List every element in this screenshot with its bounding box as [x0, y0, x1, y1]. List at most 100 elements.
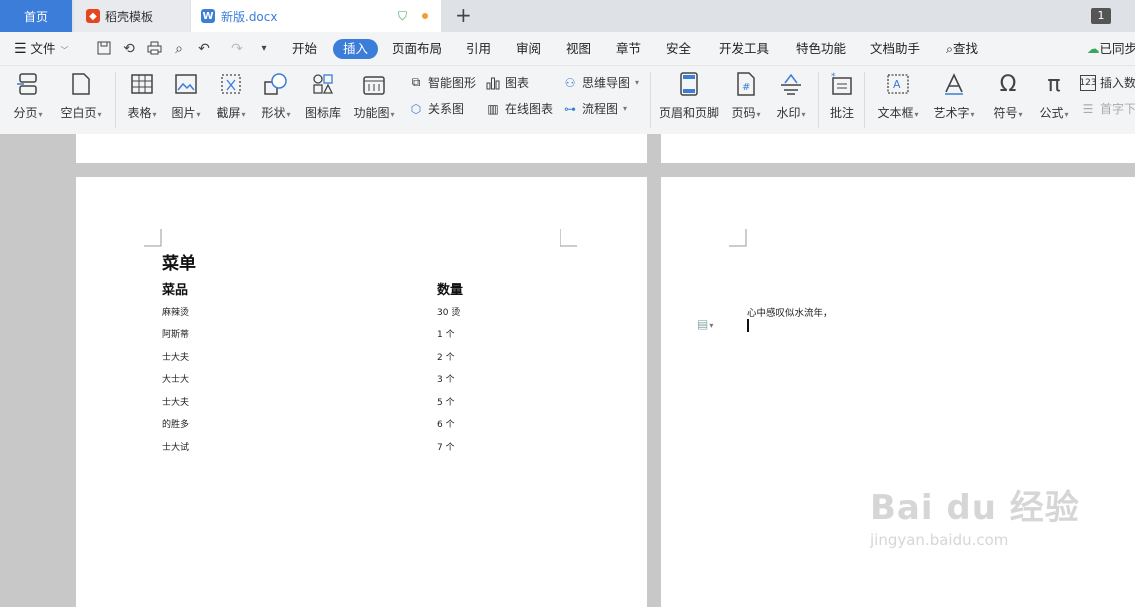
formula-button[interactable]: π 公式▾ — [1026, 70, 1082, 121]
formula-label: 公式 — [1039, 106, 1063, 120]
window-count-badge[interactable]: 1 — [1091, 8, 1111, 24]
tab-home-label: 首页 — [24, 8, 48, 25]
margin-corner-top-left — [144, 229, 162, 247]
menu-dev-tools[interactable]: 开发工具 — [719, 32, 769, 66]
column-header-dish[interactable]: 菜品 — [162, 279, 188, 298]
mindmap-icon: ⚇ — [562, 75, 578, 91]
dish-cell[interactable]: 麻辣烫 — [162, 305, 189, 318]
dish-cell[interactable]: 士大夫 — [162, 395, 189, 408]
flowchart-label: 流程图 — [582, 100, 618, 117]
page-number-icon: # — [732, 70, 760, 98]
header-footer-label: 页眉和页脚 — [659, 106, 719, 120]
chart-button[interactable]: 图表 — [485, 74, 529, 91]
menu-view[interactable]: 视图 — [566, 32, 591, 66]
unsaved-dot-icon — [422, 13, 428, 19]
save-icon[interactable] — [96, 41, 112, 57]
hamburger-icon: ☰ — [14, 41, 27, 57]
mindmap-label: 思维导图 — [582, 74, 630, 91]
blank-page-button[interactable]: 空白页▾ — [52, 70, 110, 121]
picture-label: 图片 — [171, 106, 195, 120]
table-label: 表格 — [127, 106, 151, 120]
more-quick-icon[interactable]: ▾ — [256, 41, 272, 57]
chart-label: 图表 — [505, 74, 529, 91]
wordart-button[interactable]: 艺术字▾ — [926, 70, 982, 121]
dish-cell[interactable]: 的胜多 — [162, 417, 189, 430]
print-icon[interactable] — [146, 41, 162, 57]
quantity-cell[interactable]: 1 个 — [437, 327, 455, 340]
function-chart-button[interactable]: 功能图▾ — [346, 70, 402, 121]
caret-down-icon: ▾ — [802, 110, 806, 119]
file-menu-label: 文件 — [31, 41, 56, 56]
tab-document-label: 新版.docx — [221, 8, 277, 25]
watermark-button[interactable]: 水印▾ — [763, 70, 819, 121]
bar-chart-icon — [485, 75, 501, 91]
insert-number-button[interactable]: 123插入数 — [1080, 74, 1135, 91]
textbox-button[interactable]: A 文本框▾ — [870, 70, 926, 121]
export-icon[interactable]: ⟲ — [121, 41, 137, 57]
dish-cell[interactable]: 大士大 — [162, 372, 189, 385]
mindmap-button[interactable]: ⚇思维导图▾ — [562, 74, 639, 91]
menu-page-layout[interactable]: 页面布局 — [392, 32, 442, 66]
screenshot-label: 截屏 — [216, 106, 240, 120]
tab-templates[interactable]: ◆ 稻壳模板 — [74, 0, 190, 32]
quantity-cell[interactable]: 3 个 — [437, 372, 455, 385]
menu-references[interactable]: 引用 — [466, 32, 491, 66]
body-text[interactable]: 心中感叹似水流年， — [747, 305, 833, 319]
page-break-button[interactable]: 分页▾ — [0, 70, 56, 121]
menu-chapter[interactable]: 章节 — [616, 32, 641, 66]
smart-shape-button[interactable]: ⧉智能图形 — [408, 74, 476, 91]
dish-cell[interactable]: 士大试 — [162, 440, 189, 453]
tab-home[interactable]: 首页 — [0, 0, 72, 32]
sync-status[interactable]: ☁已同步 — [1087, 32, 1135, 66]
shield-icon[interactable]: ⛉ — [398, 9, 407, 24]
document-title[interactable]: 菜单 — [162, 249, 196, 274]
menu-insert[interactable]: 插入 — [333, 39, 378, 59]
baidu-jingyan-watermark: Bai du 经验 jingyan.baidu.com — [870, 480, 1090, 580]
redo-icon[interactable]: ↷ — [229, 41, 245, 57]
column-header-quantity[interactable]: 数量 — [437, 279, 463, 298]
undo-icon[interactable]: ↶ — [196, 41, 212, 57]
caret-down-icon: ▾ — [623, 104, 627, 113]
blank-page-label: 空白页 — [60, 106, 96, 120]
caret-down-icon: ▾ — [757, 110, 761, 119]
dish-cell[interactable]: 士大夫 — [162, 350, 189, 363]
quantity-cell[interactable]: 5 个 — [437, 395, 455, 408]
comment-icon: * — [828, 70, 856, 98]
caret-down-icon: ▾ — [287, 110, 291, 119]
icon-library-button[interactable]: 图标库 — [295, 70, 351, 121]
comment-label: 批注 — [830, 106, 854, 120]
online-chart-icon: ▥ — [485, 101, 501, 117]
menu-review[interactable]: 审阅 — [516, 32, 541, 66]
ribbon-insert: 分页▾ 空白页▾ 表格▾ 图片▾ 截屏▾ 形状▾ 图标库 功能图▾ ⧉智能图形 … — [0, 66, 1135, 134]
shape-label: 形状 — [261, 106, 285, 120]
quantity-cell[interactable]: 6 个 — [437, 417, 455, 430]
flowchart-button[interactable]: ⊶流程图▾ — [562, 100, 627, 117]
new-tab-button[interactable]: + — [455, 4, 472, 26]
omega-symbol-icon: Ω — [994, 70, 1022, 98]
file-menu[interactable]: ☰ 文件 ﹀ — [14, 32, 69, 66]
relation-chart-button[interactable]: ⬡关系图 — [408, 100, 464, 117]
menu-start[interactable]: 开始 — [292, 32, 317, 66]
search-button[interactable]: ⌕查找 — [946, 32, 978, 66]
tab-document[interactable]: W 新版.docx ⛉ — [191, 0, 441, 32]
quantity-cell[interactable]: 7 个 — [437, 440, 455, 453]
icon-library-icon — [309, 70, 337, 98]
drop-cap-button[interactable]: ☰首字下 — [1080, 100, 1135, 117]
insert-number-label: 插入数 — [1100, 74, 1135, 91]
paste-options-icon[interactable]: ▤▾ — [697, 317, 713, 331]
text-cursor — [747, 319, 749, 332]
print-preview-icon[interactable]: ⌕ — [171, 41, 187, 57]
quantity-cell[interactable]: 30 烫 — [437, 305, 460, 318]
document-page[interactable]: 菜单 菜品 数量 麻辣烫 30 烫 阿斯蒂 1 个 士大夫 2 个 大士大 3 … — [76, 177, 647, 607]
quantity-cell[interactable]: 2 个 — [437, 350, 455, 363]
menu-doc-assistant[interactable]: 文档助手 — [870, 32, 920, 66]
search-label: 查找 — [953, 41, 978, 56]
online-chart-button[interactable]: ▥在线图表 — [485, 100, 553, 117]
comment-button[interactable]: * 批注 — [814, 70, 870, 121]
picture-icon — [172, 70, 200, 98]
header-footer-button[interactable]: 页眉和页脚 — [658, 70, 720, 121]
menu-security[interactable]: 安全 — [666, 32, 691, 66]
ribbon-divider — [650, 72, 651, 128]
menu-features[interactable]: 特色功能 — [796, 32, 846, 66]
dish-cell[interactable]: 阿斯蒂 — [162, 327, 189, 340]
